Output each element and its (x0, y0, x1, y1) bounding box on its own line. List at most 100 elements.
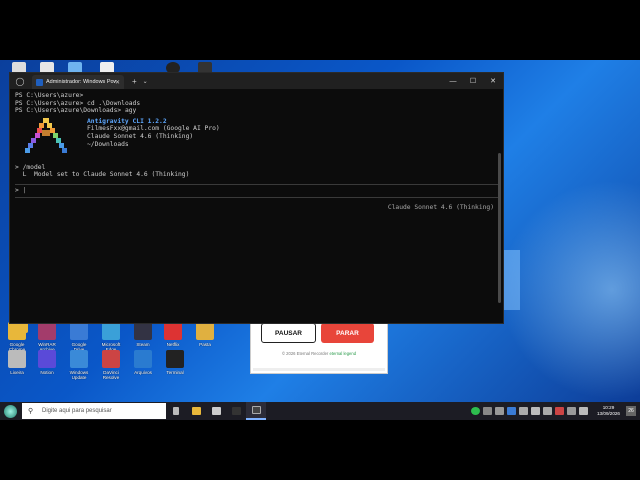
desktop-icon-label: DaVinci Resolve (102, 370, 120, 380)
desktop-icon[interactable]: Google Chrome (0, 322, 34, 352)
taskbar-search[interactable]: ⚲ Digite aqui para pesquisar (22, 403, 166, 419)
desktop-icon-label: Lixeira (10, 370, 24, 375)
desktop-icon[interactable]: Windows Update (62, 350, 96, 380)
app-icon (134, 322, 152, 340)
tray-icon[interactable] (567, 407, 576, 415)
minimize-icon[interactable]: — (443, 73, 463, 89)
window-controls: — ☐ ✕ (443, 73, 503, 89)
tray-icon[interactable] (483, 407, 492, 415)
search-icon: ⚲ (28, 408, 34, 415)
volume-icon[interactable] (579, 407, 588, 415)
terminal-window[interactable]: ◯ Administrador: Windows PowerShell ✕ + … (9, 72, 504, 324)
app-icon (102, 322, 120, 340)
recorder-footer: © 2026 Eternal Recorder eternal legend (251, 351, 387, 356)
app-icon (8, 322, 26, 340)
close-icon[interactable]: ✕ (483, 73, 503, 89)
desktop-icon-label: Windows Update (69, 370, 89, 380)
recorder-scrollbar[interactable] (253, 368, 385, 371)
app-icon (38, 322, 56, 340)
maximize-icon[interactable]: ☐ (463, 73, 483, 89)
recorder-widget: PAUSAR PARAR © 2026 Eternal Recorder ete… (250, 316, 388, 374)
agy-banner: Antigravity CLI 1.2.2 FilmesFxx@gmail.co… (15, 117, 498, 164)
terminal-tab[interactable]: Administrador: Windows PowerShell ✕ (32, 75, 124, 89)
folder-icon (191, 407, 201, 415)
clock-date: 13/09/2026 (597, 411, 620, 416)
tray-icon[interactable] (543, 407, 552, 415)
prompt-input[interactable]: > | (15, 187, 498, 195)
pause-button[interactable]: PAUSAR (261, 323, 316, 343)
app-icon (196, 322, 214, 340)
app-icon (134, 350, 152, 368)
desktop-icon[interactable]: Google Drive (62, 322, 96, 352)
desktop-icon-label: Arquivos (134, 370, 152, 375)
search-placeholder: Digite aqui para pesquisar (42, 408, 112, 414)
wallpaper-glow (500, 180, 640, 400)
app-icon (102, 350, 120, 368)
taskbar-app-terminal[interactable] (246, 402, 266, 420)
text-cursor: | (22, 186, 27, 194)
shield-icon: ◯ (15, 76, 25, 86)
close-tab-icon[interactable]: ✕ (115, 79, 120, 86)
terminal-icon (251, 406, 261, 414)
start-icon (3, 404, 17, 418)
new-tab-button[interactable]: + (132, 77, 137, 86)
terminal-line: PS C:\Users\azure\Downloads> agy (15, 107, 137, 115)
app-icon (38, 350, 56, 368)
store-icon (211, 407, 221, 415)
app-icon (70, 322, 88, 340)
tab-dropdown-button[interactable]: ⌄ (143, 78, 148, 85)
desktop-icon[interactable]: Microsoft Edge (94, 322, 128, 352)
taskbar-app-store[interactable] (206, 402, 226, 420)
antigravity-logo-icon (25, 117, 67, 153)
recorder-copyright: © 2026 Eternal Recorder (281, 351, 329, 356)
desktop-icon-label: Terminal (166, 370, 184, 375)
notification-button[interactable]: 26 (626, 406, 636, 416)
network-icon[interactable] (531, 407, 540, 415)
terminal-output[interactable]: PS C:\Users\azure> PS C:\Users\azure> cd… (10, 89, 503, 214)
tray-icon[interactable] (495, 407, 504, 415)
tab-title: Administrador: Windows PowerShell (46, 79, 116, 85)
desktop-icon[interactable]: Arquivos (126, 350, 160, 375)
agy-account: FilmesFxx@gmail.com (Google AI Pro) (87, 125, 220, 133)
app-icon (70, 350, 88, 368)
recorder-brand-link[interactable]: eternal legend (330, 351, 357, 356)
powershell-icon (36, 78, 43, 86)
terminal-scrollbar[interactable] (498, 153, 501, 303)
model-command: > /model (15, 163, 46, 171)
agy-version: Antigravity CLI 1.2.2 (87, 117, 167, 125)
desktop-icon-label: Pasta (199, 342, 211, 347)
desktop-icon-label: Notion (40, 370, 54, 375)
desktop-icon[interactable]: Netflix (156, 322, 190, 347)
terminal-line: PS C:\Users\azure> (15, 92, 84, 99)
start-button[interactable] (0, 402, 20, 420)
desktop-icon[interactable]: Notion (30, 350, 64, 375)
app-icon (164, 322, 182, 340)
recorder-icon (231, 407, 241, 415)
prompt-symbol: > (15, 186, 19, 194)
agy-directory: ~/Downloads (87, 140, 129, 148)
system-tray: 10:29 13/09/2026 26 (471, 402, 640, 420)
desktop-icon[interactable]: Steam (126, 322, 160, 347)
clock[interactable]: 10:29 13/09/2026 (597, 405, 620, 417)
agy-info: Antigravity CLI 1.2.2 FilmesFxx@gmail.co… (87, 118, 220, 148)
desktop-icon[interactable]: Lixeira (0, 350, 34, 375)
task-view-button[interactable] (166, 402, 186, 420)
taskbar-app-recorder[interactable] (226, 402, 246, 420)
desktop-icon[interactable]: Terminal (158, 350, 192, 375)
terminal-line: PS C:\Users\azure> cd .\Downloads (15, 99, 141, 107)
taskbar-app-explorer[interactable] (186, 402, 206, 420)
app-icon (166, 350, 184, 368)
taskbar: ⚲ Digite aqui para pesquisar 10:29 13/09… (0, 402, 640, 420)
tray-icon[interactable] (519, 407, 528, 415)
bluetooth-icon[interactable] (507, 407, 516, 415)
agy-model: Claude Sonnet 4.6 (Thinking) (87, 132, 194, 140)
stop-button[interactable]: PARAR (321, 323, 374, 343)
desktop-icon[interactable]: WinRAR Archive (30, 322, 64, 352)
app-icon (8, 350, 26, 368)
model-status: Claude Sonnet 4.6 (Thinking) (387, 203, 494, 211)
desktop-icon[interactable]: DaVinci Resolve (94, 350, 128, 380)
tray-icon[interactable] (555, 407, 564, 415)
whatsapp-icon[interactable] (471, 407, 480, 415)
desktop-icon-label: Steam (136, 342, 150, 347)
desktop-icon[interactable]: Pasta (188, 322, 222, 347)
